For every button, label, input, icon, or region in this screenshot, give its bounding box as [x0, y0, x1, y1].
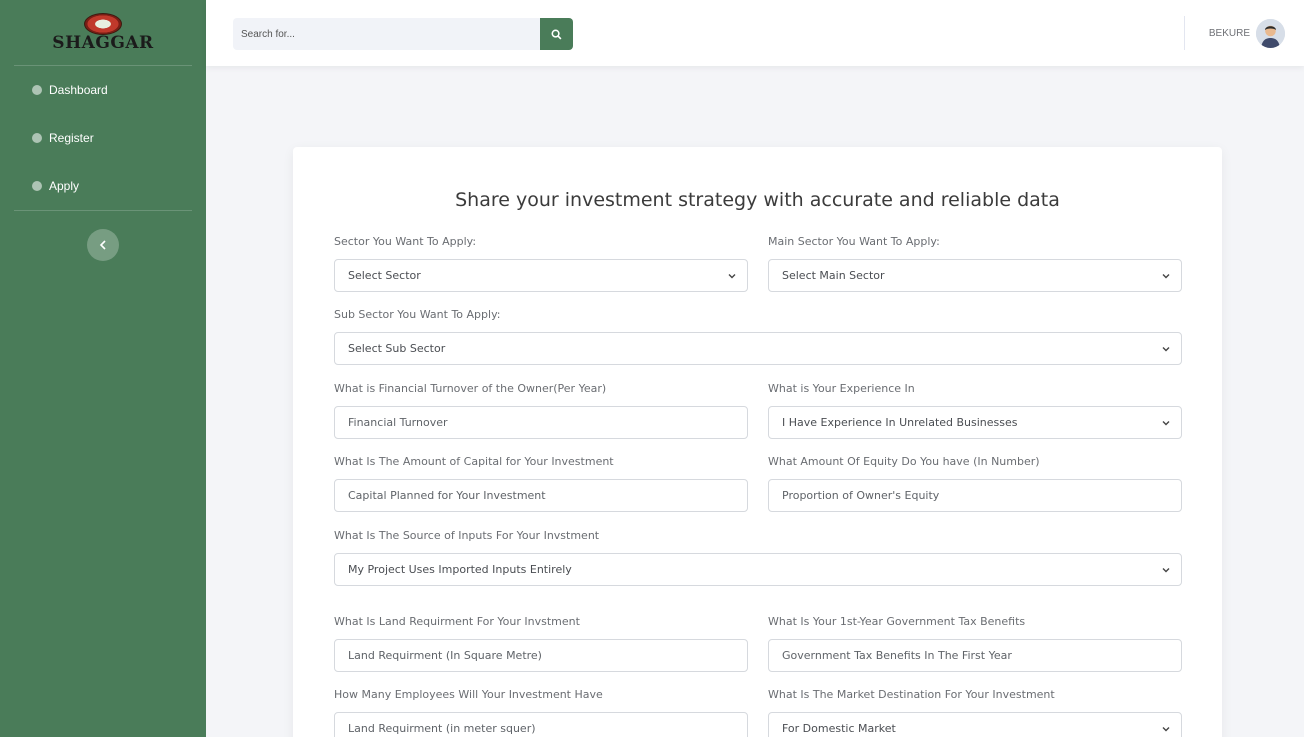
- sector-label: Sector You Want To Apply:: [334, 235, 477, 248]
- search-input[interactable]: [233, 18, 540, 50]
- user-menu[interactable]: BEKURE: [1209, 19, 1285, 48]
- equity-input[interactable]: Proportion of Owner's Equity: [768, 479, 1182, 512]
- employees-input-placeholder: Land Requirment (in meter squer): [348, 722, 536, 735]
- experience-select[interactable]: I Have Experience In Unrelated Businesse…: [768, 406, 1182, 439]
- investment-form-card: Share your investment strategy with accu…: [293, 147, 1222, 737]
- experience-label: What is Your Experience In: [768, 382, 915, 395]
- logo-emblem-icon: [83, 12, 122, 35]
- search-bar: [233, 18, 573, 50]
- main-sector-select-value: Select Main Sector: [782, 269, 885, 282]
- market-select[interactable]: For Domestic Market: [768, 712, 1182, 737]
- chevron-down-icon: [1162, 727, 1170, 732]
- inputs-source-label: What Is The Source of Inputs For Your In…: [334, 529, 600, 542]
- market-select-value: For Domestic Market: [782, 722, 896, 735]
- sidebar-toggle-button[interactable]: [87, 229, 119, 261]
- equity-input-placeholder: Proportion of Owner's Equity: [782, 489, 940, 502]
- main-sector-label: Main Sector You Want To Apply:: [768, 235, 940, 248]
- sub-sector-label: Sub Sector You Want To Apply:: [334, 308, 501, 321]
- capital-input[interactable]: Capital Planned for Your Investment: [334, 479, 748, 512]
- apply-icon: [32, 181, 42, 191]
- form-title: Share your investment strategy with accu…: [455, 189, 1060, 211]
- inputs-source-select-value: My Project Uses Imported Inputs Entirely: [348, 563, 572, 576]
- chevron-left-icon: [99, 240, 106, 250]
- capital-input-placeholder: Capital Planned for Your Investment: [348, 489, 546, 502]
- inputs-source-select[interactable]: My Project Uses Imported Inputs Entirely: [334, 553, 1182, 586]
- sidebar-item-label: Dashboard: [49, 83, 108, 97]
- market-label: What Is The Market Destination For Your …: [768, 688, 1055, 701]
- tax-benefits-label: What Is Your 1st-Year Government Tax Ben…: [768, 615, 1026, 628]
- land-input-placeholder: Land Requirment (In Square Metre): [348, 649, 542, 662]
- avatar: [1256, 19, 1285, 48]
- brand[interactable]: SHAGGAR: [14, 0, 192, 66]
- search-button[interactable]: [540, 18, 573, 50]
- sub-sector-select-value: Select Sub Sector: [348, 342, 446, 355]
- logo-text: SHAGGAR: [52, 32, 154, 53]
- sidebar-item-label: Apply: [49, 179, 80, 193]
- tax-benefits-input-placeholder: Government Tax Benefits In The First Yea…: [782, 649, 1012, 662]
- chevron-down-icon: [1162, 421, 1170, 426]
- sidebar-item-apply[interactable]: Apply: [0, 162, 206, 210]
- username: BEKURE: [1208, 28, 1250, 39]
- sidebar-item-dashboard[interactable]: Dashboard: [0, 66, 206, 114]
- turnover-label: What is Financial Turnover of the Owner(…: [334, 382, 607, 395]
- sub-sector-select[interactable]: Select Sub Sector: [334, 332, 1182, 365]
- sidebar-divider: [14, 210, 192, 211]
- topbar: BEKURE: [206, 0, 1304, 66]
- search-icon: [551, 29, 562, 39]
- sidebar: SHAGGAR Dashboard Register Apply: [0, 0, 206, 737]
- logo: SHAGGAR: [52, 12, 154, 53]
- main-sector-select[interactable]: Select Main Sector: [768, 259, 1182, 292]
- dashboard-icon: [32, 85, 42, 95]
- sector-select-value: Select Sector: [348, 269, 421, 282]
- sidebar-item-register[interactable]: Register: [0, 114, 206, 162]
- register-icon: [32, 133, 42, 143]
- experience-select-value: I Have Experience In Unrelated Businesse…: [782, 416, 1018, 429]
- tax-benefits-input[interactable]: Government Tax Benefits In The First Yea…: [768, 639, 1182, 672]
- turnover-input[interactable]: Financial Turnover: [334, 406, 748, 439]
- topbar-divider: [1184, 16, 1185, 50]
- capital-label: What Is The Amount of Capital for Your I…: [334, 455, 614, 468]
- land-input[interactable]: Land Requirment (In Square Metre): [334, 639, 748, 672]
- chevron-down-icon: [728, 274, 736, 279]
- land-label: What Is Land Requirment For Your Invstme…: [334, 615, 580, 628]
- chevron-down-icon: [1162, 568, 1170, 573]
- equity-label: What Amount Of Equity Do You have (In Nu…: [768, 455, 1040, 468]
- employees-input[interactable]: Land Requirment (in meter squer): [334, 712, 748, 737]
- turnover-input-placeholder: Financial Turnover: [348, 416, 448, 429]
- sector-select[interactable]: Select Sector: [334, 259, 748, 292]
- employees-label: How Many Employees Will Your Investment …: [334, 688, 603, 701]
- sidebar-item-label: Register: [49, 131, 94, 145]
- chevron-down-icon: [1162, 347, 1170, 352]
- chevron-down-icon: [1162, 274, 1170, 279]
- user-avatar-icon: [1256, 19, 1285, 48]
